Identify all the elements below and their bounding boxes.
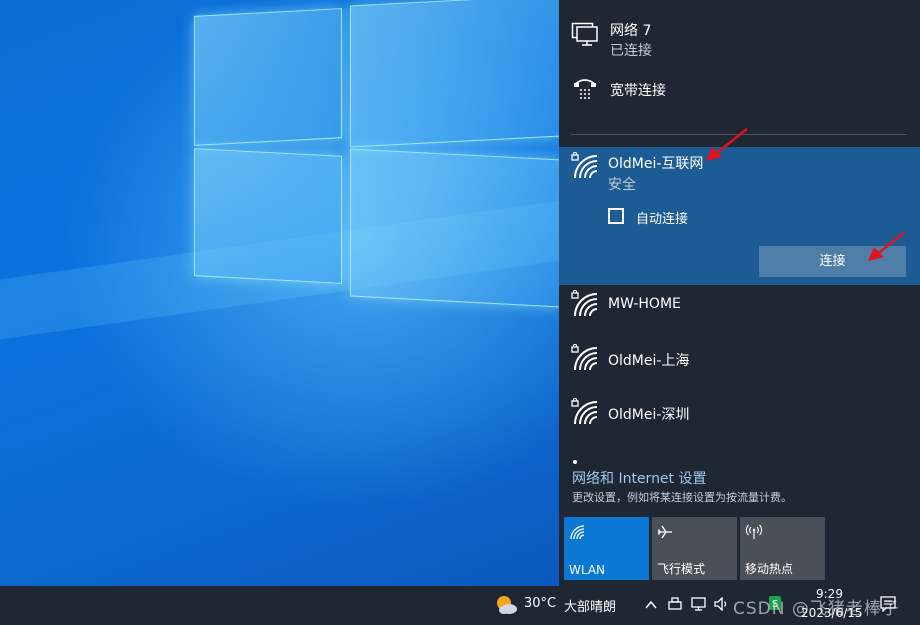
mobile-hotspot-label: 移动热点 [745, 562, 794, 576]
wlan-toggle-button[interactable]: WLAN [564, 517, 649, 580]
network-settings-description: 更改设置，例如将某连接设置为按流量计费。 [572, 491, 792, 504]
usb-device-icon[interactable] [668, 596, 682, 615]
windows-logo-pane [350, 0, 562, 148]
airplane-icon [657, 524, 673, 544]
wifi-network-item[interactable]: MW-HOME [559, 289, 920, 339]
selected-wifi-security: 安全 [608, 177, 636, 193]
chevron-up-icon[interactable] [645, 596, 657, 615]
windows-logo-pane [194, 8, 342, 146]
secured-wifi-icon [571, 343, 599, 376]
network-flyout: 网络 7 已连接 宽带连接 OldMei-互联网 安全 自动连接 连接 MW-H… [559, 0, 920, 586]
auto-connect-checkbox[interactable] [608, 208, 624, 224]
partly-cloudy-icon [494, 594, 518, 620]
network-tray-icon[interactable] [691, 596, 707, 615]
clock-time[interactable]: 9:29 [816, 587, 843, 601]
annotation-arrow [706, 128, 748, 161]
wifi-network-ssid: OldMei-深圳 [608, 407, 690, 423]
auto-connect-label: 自动连接 [636, 212, 689, 227]
wired-network-item[interactable]: 网络 7 已连接 [559, 10, 920, 60]
network-settings-link[interactable]: 网络和 Internet 设置 [572, 468, 707, 488]
windows-logo-pane [194, 148, 342, 284]
wifi-icon [569, 524, 585, 544]
wifi-network-ssid: MW-HOME [608, 296, 681, 312]
mobile-hotspot-button[interactable]: 移动热点 [740, 517, 825, 580]
wifi-network-item[interactable]: OldMei-深圳 [559, 397, 920, 447]
broadband-name: 宽带连接 [610, 83, 666, 99]
windows-logo [190, 0, 570, 320]
ethernet-icon [571, 22, 599, 50]
scroll-indicator-icon [572, 450, 578, 469]
taskbar: 30°C 大部晴朗 S CSDN @飞猪老棒子 9:29 2023/6/15 [0, 586, 920, 625]
weather-temperature: 30°C [524, 596, 557, 611]
broadband-item[interactable]: 宽带连接 [559, 70, 920, 110]
weather-condition: 大部晴朗 [564, 600, 617, 615]
wifi-network-ssid: OldMei-上海 [608, 353, 690, 369]
annotation-arrow [868, 232, 905, 261]
airplane-mode-label: 飞行模式 [657, 562, 706, 576]
action-center-icon[interactable] [880, 596, 896, 616]
secured-wifi-icon [571, 397, 599, 430]
dialup-icon [572, 76, 598, 104]
hotspot-icon [745, 524, 763, 544]
selected-wifi-ssid: OldMei-互联网 [608, 156, 704, 172]
secured-wifi-icon [571, 151, 599, 184]
wifi-network-item[interactable]: OldMei-上海 [559, 343, 920, 393]
wlan-label: WLAN [569, 563, 606, 577]
secured-wifi-icon [571, 289, 599, 322]
clock-date[interactable]: 2023/6/15 [801, 606, 863, 620]
airplane-mode-button[interactable]: 飞行模式 [652, 517, 737, 580]
windows-logo-pane [350, 148, 562, 308]
volume-icon[interactable] [714, 596, 730, 615]
wired-network-name: 网络 7 [610, 23, 652, 39]
wired-network-status: 已连接 [610, 43, 652, 59]
